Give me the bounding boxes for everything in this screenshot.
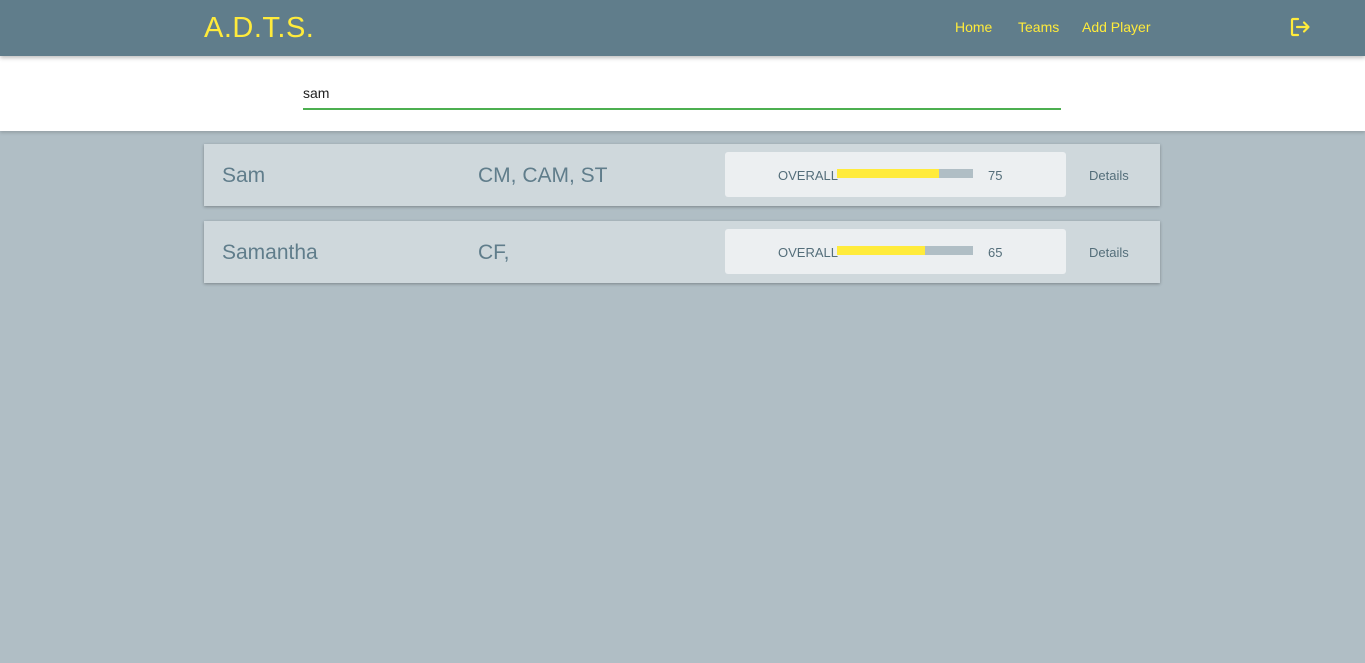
player-name: Samantha [222,241,318,264]
overall-progress-bar [837,246,973,255]
top-navbar: A.D.T.S. Home Teams Add Player [0,0,1365,56]
logout-icon[interactable] [1289,16,1311,38]
player-card: Samantha CF, OVERALL 65 Details [204,221,1160,283]
search-input[interactable] [303,78,1061,110]
overall-progress-bar [837,169,973,178]
overall-rating-box: OVERALL 65 [725,229,1066,274]
nav-link-home[interactable]: Home [955,18,992,36]
nav-link-teams[interactable]: Teams [1018,18,1059,36]
details-button[interactable]: Details [1089,168,1129,184]
overall-progress-fill [837,169,939,178]
player-positions: CM, CAM, ST [478,164,608,187]
overall-rating-box: OVERALL 75 [725,152,1066,197]
player-positions: CF, [478,241,510,264]
app-brand[interactable]: A.D.T.S. [204,10,314,46]
details-button[interactable]: Details [1089,245,1129,261]
overall-value: 65 [988,245,1003,260]
overall-progress-fill [837,246,926,255]
nav-link-add-player[interactable]: Add Player [1082,18,1150,36]
player-card: Sam CM, CAM, ST OVERALL 75 Details [204,144,1160,206]
search-panel [0,56,1365,131]
player-name: Sam [222,164,266,187]
overall-label: OVERALL [778,168,838,183]
overall-value: 75 [988,168,1003,183]
logout-icon-graphic [1290,17,1310,37]
overall-label: OVERALL [778,245,838,260]
